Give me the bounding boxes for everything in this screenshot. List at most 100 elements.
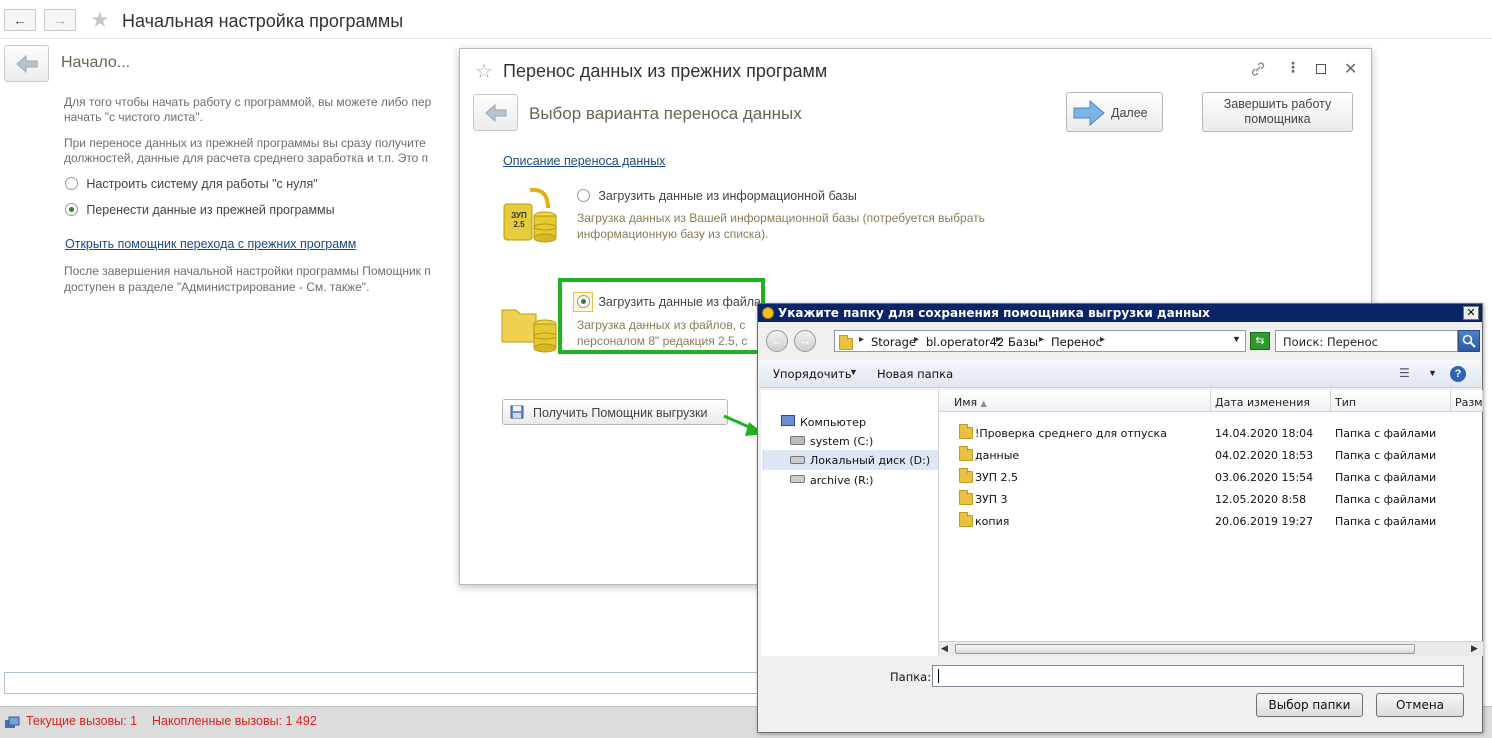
tree-label: Локальный диск (D:) [810,454,931,467]
folder-icon [959,512,973,527]
help-icon[interactable]: ? [1450,366,1466,382]
intro-text-1: Для того чтобы начать работу с программо… [64,95,432,109]
cancel-button[interactable]: Отмена [1376,693,1464,717]
row-type: Папка с файлами [1335,427,1437,440]
row-name: копия [975,515,1010,528]
column-header-size[interactable]: Разме [1451,390,1483,412]
link-icon[interactable] [1250,61,1266,80]
main-window-title: Начальная настройка программы [122,11,404,31]
folder-icon [959,468,973,483]
organize-button[interactable]: Упорядочить [773,367,852,381]
arrow-left-icon: ← [13,12,27,28]
row-date: 04.02.2020 18:53 [1215,449,1314,462]
drive-icon [790,456,805,464]
column-header-type[interactable]: Тип [1331,390,1451,412]
scroll-left-icon[interactable]: ◀ [941,643,948,654]
breadcrumb-transfer[interactable]: Перенос [1051,335,1102,349]
tree-item-local-disk[interactable]: Локальный диск (D:) [762,450,938,470]
column-header-name[interactable]: Имя ▲ [939,390,1211,412]
row-name: данные [975,449,1020,462]
back-nav-button[interactable]: ← [4,9,36,31]
scroll-right-icon[interactable]: ▶ [1471,643,1478,654]
maximize-icon[interactable] [1316,64,1326,74]
folder-icon [959,446,973,461]
table-row[interactable]: !Проверка среднего для отпуска 14.04.202… [939,422,1483,444]
description-link[interactable]: Описание переноса данных [503,154,665,168]
title-divider [0,38,1492,39]
option-load-from-ib[interactable]: Загрузить данные из информационной базы [577,189,857,203]
picker-toolbar: Упорядочить ▼ Новая папка ☰ ▼ ? [759,360,1481,388]
tree-label: archive (R:) [810,474,874,487]
bottom-input-field[interactable] [4,672,764,694]
back-arrow-icon [15,54,37,73]
next-label: Далее [1111,106,1148,120]
scrollbar-thumb[interactable] [955,644,1415,654]
chevron-down-icon: ▼ [849,367,858,377]
accumulated-calls: Накопленные вызовы: 1 492 [152,714,317,728]
chevron-icon: ▸ [996,334,1002,345]
breadcrumb-storage[interactable]: Storage [871,335,916,349]
new-folder-button[interactable]: Новая папка [877,367,953,381]
option-transfer[interactable]: Перенести данные из прежней программы [65,203,335,217]
option-load-from-file[interactable]: Загрузить данные из файла [577,295,761,309]
option-load-from-file-label: Загрузить данные из файла [598,295,762,309]
chevron-down-icon[interactable]: ▼ [1428,368,1437,378]
horizontal-scrollbar[interactable]: ◀ ▶ [939,641,1483,656]
address-bar[interactable]: ▸ Storage ▸ bl.operator42 ▸ Базы ▸ Перен… [834,330,1246,352]
forward-nav-button[interactable]: → [44,9,76,31]
row-date: 03.06.2020 15:54 [1215,471,1314,484]
search-button[interactable] [1458,330,1480,352]
radio-transfer[interactable] [65,203,78,216]
intro-text-2: При переносе данных из прежней программы… [64,136,426,150]
table-row[interactable]: данные 04.02.2020 18:53 Папка с файлами [939,444,1483,466]
chevron-icon: ▸ [1100,334,1106,345]
tree-label: Компьютер [800,416,866,429]
arrow-right-icon: → [53,12,67,28]
row-type: Папка с файлами [1335,493,1437,506]
favorite-star-icon[interactable]: ★ [90,7,110,33]
breadcrumb-bases[interactable]: Базы [1008,335,1038,349]
option-load-from-ib-label: Загрузить данные из информационной базы [598,189,857,203]
picker-forward-icon[interactable]: → [794,330,816,352]
row-type: Папка с файлами [1335,449,1437,462]
table-row[interactable]: копия 20.06.2019 19:27 Папка с файлами [939,510,1483,532]
main-back-button[interactable] [4,45,49,82]
search-input[interactable]: Поиск: Перенос [1275,330,1458,352]
get-helper-button[interactable]: Получить Помощник выгрузки [502,399,728,425]
row-date: 12.05.2020 8:58 [1215,493,1307,506]
db-icon-label: ЗУП 2.5 [511,211,527,229]
chevron-icon: ▸ [859,334,865,345]
radio-load-from-ib[interactable] [577,189,590,202]
dialog-star-icon[interactable]: ☆ [475,59,493,84]
address-dropdown-icon[interactable]: ▼ [1232,334,1241,344]
radio-from-scratch[interactable] [65,177,78,190]
picker-close-button[interactable]: ✕ [1463,306,1479,320]
close-icon[interactable]: ✕ [1344,59,1357,79]
folder-input[interactable] [932,665,1464,687]
next-button[interactable]: Далее [1066,92,1163,132]
search-placeholder: Поиск: Перенос [1283,335,1378,349]
finish-helper-button[interactable]: Завершить работу помощника [1202,92,1353,132]
search-icon [1462,334,1476,348]
column-header-date[interactable]: Дата изменения [1211,390,1331,412]
dialog-back-button[interactable] [473,94,518,131]
table-row[interactable]: ЗУП 2.5 03.06.2020 15:54 Папка с файлами [939,466,1483,488]
select-folder-button[interactable]: Выбор папки [1256,693,1363,717]
row-name: ЗУП 2.5 [975,471,1019,484]
file-database-icon [500,294,558,356]
more-menu-icon[interactable]: ⋮ [1286,59,1300,76]
picker-titlebar: Укажите папку для сохранения помощника в… [758,304,1482,322]
chevron-icon: ▸ [914,334,920,345]
refresh-icon[interactable]: ⇆ [1250,332,1270,350]
option-file-desc-1: Загрузка данных из файлов, с [577,318,746,332]
picker-back-icon[interactable]: ← [766,330,788,352]
after-setup-text: После завершения начальной настройки про… [64,264,431,278]
column-name-label: Имя [954,396,978,409]
view-options-icon[interactable]: ☰ [1399,366,1410,380]
open-transfer-helper-link[interactable]: Открыть помощник перехода с прежних прог… [65,237,356,251]
row-date: 20.06.2019 19:27 [1215,515,1314,528]
option-from-scratch[interactable]: Настроить систему для работы "с нуля" [65,177,318,191]
table-row[interactable]: ЗУП 3 12.05.2020 8:58 Папка с файлами [939,488,1483,510]
breadcrumb-operator[interactable]: bl.operator42 [926,335,1004,349]
radio-load-from-file[interactable] [577,295,590,308]
